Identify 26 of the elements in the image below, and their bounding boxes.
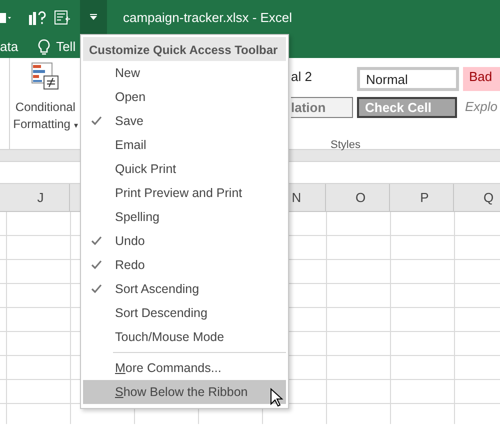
menu-item[interactable]: Undo <box>83 229 286 253</box>
menu-item[interactable]: Save <box>83 109 286 133</box>
style-cell[interactable]: Normal <box>357 67 459 91</box>
group-label: Styles <box>330 139 360 151</box>
menu-item[interactable]: More Commands... <box>83 356 286 380</box>
menu-item[interactable]: Sort Ascending <box>83 277 286 301</box>
column-header[interactable]: O <box>326 184 390 211</box>
style-cell[interactable]: Bad <box>463 67 500 91</box>
menu-item[interactable]: Sort Descending <box>83 301 286 325</box>
tell-me-text: Tell <box>56 38 76 56</box>
column-header[interactable]: Q <box>454 184 500 211</box>
column-header[interactable]: J <box>6 184 70 211</box>
window-title: campaign-tracker.xlsx - Excel <box>123 8 292 27</box>
ribbon-tab[interactable]: ata <box>0 36 18 56</box>
menu-item[interactable]: Email <box>83 133 286 157</box>
style-cell[interactable]: Explo <box>461 97 499 121</box>
menu-item[interactable]: Show Below the Ribbon <box>83 380 286 404</box>
menu-item[interactable]: Quick Print <box>83 157 286 181</box>
style-cell[interactable]: lation <box>291 97 353 118</box>
menu-item[interactable]: Open <box>83 85 286 109</box>
menu-header: Customize Quick Access Toolbar <box>83 37 286 61</box>
menu-item[interactable]: Redo <box>83 253 286 277</box>
menu-item[interactable]: Touch/Mouse Mode <box>83 325 286 349</box>
style-cell[interactable]: al 2 <box>291 67 353 91</box>
column-header[interactable]: P <box>390 184 454 211</box>
menu-item[interactable]: New <box>83 61 286 85</box>
